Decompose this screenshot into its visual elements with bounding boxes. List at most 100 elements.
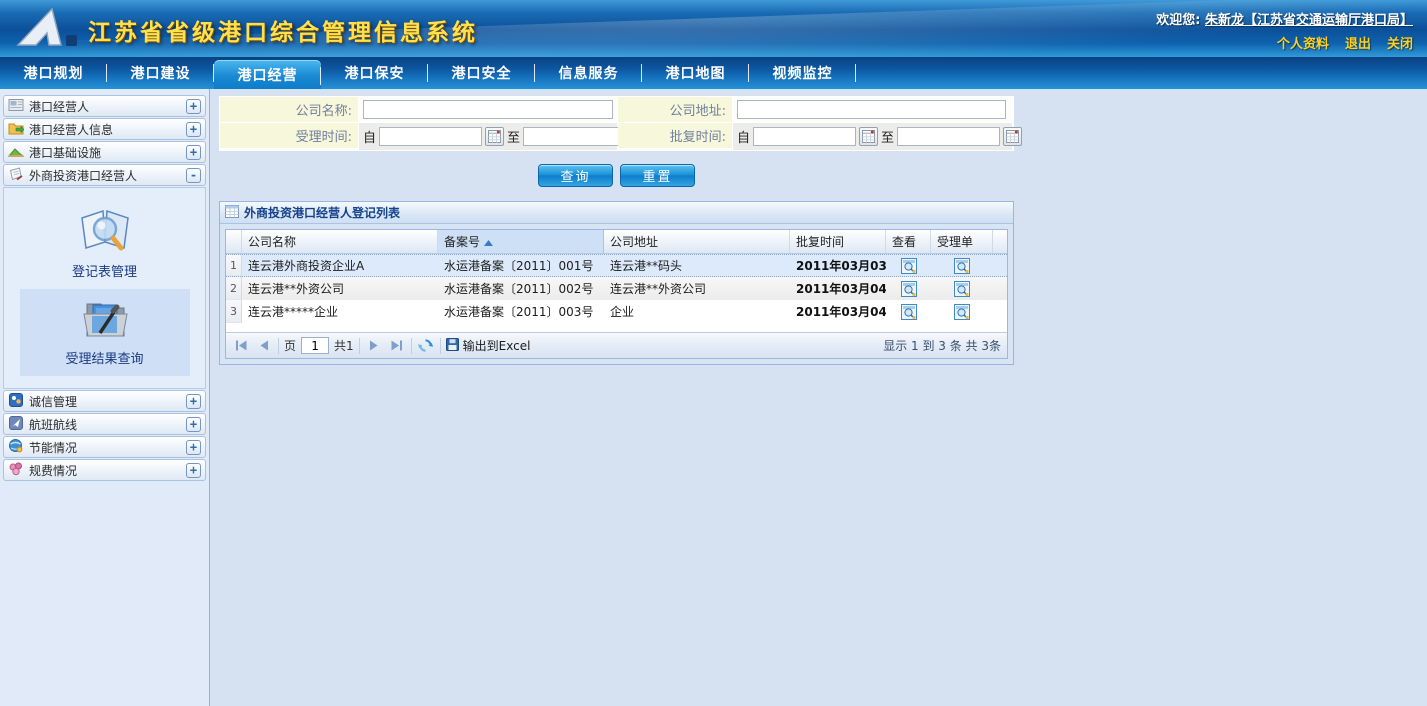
export-excel-label: 输出到Excel [463, 337, 531, 354]
sidebar-item-fees[interactable]: 规费情况 + [3, 459, 206, 481]
tab-port-safety[interactable]: 港口安全 [428, 57, 535, 89]
tab-port-map[interactable]: 港口地图 [642, 57, 749, 89]
accept-time-to-input[interactable] [523, 127, 626, 146]
sort-asc-icon [484, 235, 493, 249]
page-number-input[interactable] [301, 337, 329, 354]
first-page-icon[interactable] [232, 337, 250, 355]
operator-card-icon [8, 97, 24, 116]
cell-approve-date: 2011年03月04日 [790, 277, 886, 300]
cell-approve-date: 2011年03月03日 [790, 255, 886, 276]
cell-company: 连云港*****企业 [242, 300, 438, 323]
profile-link[interactable]: 个人资料 [1277, 33, 1329, 52]
view-detail-icon[interactable] [886, 300, 931, 323]
collapse-minus-icon[interactable]: - [186, 168, 201, 183]
cell-filler [993, 277, 1007, 300]
tab-port-security[interactable]: 港口保安 [321, 57, 428, 89]
sidebar-item-credit-mgmt[interactable]: 诚信管理 + [3, 390, 206, 412]
sidebar-item-label: 航班航线 [29, 416, 77, 433]
sidebar-item-operator-info[interactable]: 港口经营人信息 + [3, 118, 206, 140]
fee-icon [8, 461, 24, 480]
logout-link[interactable]: 退出 [1345, 33, 1371, 52]
close-link[interactable]: 关闭 [1387, 33, 1413, 52]
column-header-company[interactable]: 公司名称 [242, 230, 438, 254]
cell-filler [993, 300, 1007, 323]
view-detail-icon[interactable] [886, 277, 931, 300]
sidebar-item-label: 港口经营人信息 [29, 121, 113, 138]
tab-port-planning[interactable]: 港口规划 [0, 57, 107, 89]
view-detail-icon[interactable] [886, 255, 931, 276]
column-header-address[interactable]: 公司地址 [604, 230, 790, 254]
company-address-input[interactable] [737, 100, 1006, 119]
expand-plus-icon[interactable]: + [186, 417, 201, 432]
row-number: 1 [226, 255, 242, 276]
prev-page-icon[interactable] [255, 337, 273, 355]
next-page-icon[interactable] [365, 337, 383, 355]
pager-separator [278, 338, 279, 354]
sidebar-item-label: 港口基础设施 [29, 144, 101, 161]
cell-record-no: 水运港备案〔2011〕001号 [438, 255, 604, 276]
expand-plus-icon[interactable]: + [186, 145, 201, 160]
calendar-icon[interactable] [1003, 127, 1022, 146]
column-header-record-no[interactable]: 备案号 [438, 230, 604, 254]
last-page-icon[interactable] [388, 337, 406, 355]
approve-time-from-input[interactable] [753, 127, 856, 146]
sidebar-item-flight-routes[interactable]: 航班航线 + [3, 413, 206, 435]
register-note-icon [8, 166, 24, 185]
cell-record-no: 水运港备案〔2011〕003号 [438, 300, 604, 323]
sidebar-item-foreign-investors[interactable]: 外商投资港口经营人 - [3, 164, 206, 186]
view-receipt-icon[interactable] [931, 277, 993, 300]
sidebar-item-infrastructure[interactable]: 港口基础设施 + [3, 141, 206, 163]
view-receipt-icon[interactable] [931, 255, 993, 276]
accept-time-from-input[interactable] [379, 127, 482, 146]
sidebar-item-label: 外商投资港口经营人 [29, 167, 137, 184]
pagination-bar: 页 共1 输出到Excel [226, 332, 1007, 358]
welcome-text: 欢迎您: 朱新龙【江苏省交通运输厅港口局】 [1156, 9, 1413, 28]
column-header-view[interactable]: 查看 [886, 230, 931, 254]
company-address-label: 公司地址: [618, 97, 732, 122]
expand-plus-icon[interactable]: + [186, 463, 201, 478]
table-row[interactable]: 1 连云港外商投资企业A 水运港备案〔2011〕001号 连云港**码头 201… [226, 254, 1007, 277]
row-number: 2 [226, 277, 242, 300]
pager-separator [411, 338, 412, 354]
view-receipt-icon[interactable] [931, 300, 993, 323]
calendar-icon[interactable] [859, 127, 878, 146]
table-row[interactable]: 2 连云港**外资公司 水运港备案〔2011〕002号 连云港**外资公司 20… [226, 277, 1007, 300]
search-form: 公司名称: 公司地址: 受理时间: 自 至 批复时间: [219, 96, 1014, 151]
sidebar-expanded-panel: 登记表管理 受理结果查询 [3, 187, 206, 389]
calendar-icon[interactable] [485, 127, 504, 146]
query-button[interactable]: 查询 [538, 164, 613, 187]
tab-port-construction[interactable]: 港口建设 [107, 57, 214, 89]
refresh-icon[interactable] [417, 337, 435, 355]
reset-button[interactable]: 重置 [620, 164, 695, 187]
company-name-input[interactable] [363, 100, 613, 119]
sidebar-item-port-operators[interactable]: 港口经营人 + [3, 95, 206, 117]
register-book-icon [77, 243, 133, 257]
approve-time-label: 批复时间: [618, 123, 732, 148]
expand-plus-icon[interactable]: + [186, 440, 201, 455]
save-disk-icon [446, 338, 459, 354]
sidebar-item-register-table-mgmt[interactable]: 登记表管理 [20, 198, 190, 289]
tab-info-service[interactable]: 信息服务 [535, 57, 642, 89]
approve-time-to-input[interactable] [897, 127, 1000, 146]
app-title: 江苏省省级港口综合管理信息系统 [88, 13, 478, 47]
table-row[interactable]: 3 连云港*****企业 水运港备案〔2011〕003号 企业 2011年03月… [226, 300, 1007, 323]
cell-approve-date: 2011年03月04日 [790, 300, 886, 323]
column-header-approve-date[interactable]: 批复时间 [790, 230, 886, 254]
tab-video-monitor[interactable]: 视频监控 [749, 57, 856, 89]
page-label: 页 [284, 337, 296, 354]
credit-icon [8, 392, 24, 411]
sidebar-item-result-query[interactable]: 受理结果查询 [20, 289, 190, 376]
column-header-receipt[interactable]: 受理单 [931, 230, 993, 254]
sidebar-item-energy-saving[interactable]: 节能情况 + [3, 436, 206, 458]
expand-plus-icon[interactable]: + [186, 99, 201, 114]
flight-route-icon [8, 415, 24, 434]
sidebar-item-label: 港口经营人 [29, 98, 89, 115]
sidebar-item-label: 规费情况 [29, 462, 77, 479]
app-window: 江苏省省级港口综合管理信息系统 欢迎您: 朱新龙【江苏省交通运输厅港口局】 个人… [0, 0, 1427, 706]
expand-plus-icon[interactable]: + [186, 394, 201, 409]
export-excel-button[interactable]: 输出到Excel [446, 337, 531, 354]
expand-plus-icon[interactable]: + [186, 122, 201, 137]
main-content: 公司名称: 公司地址: 受理时间: 自 至 批复时间: [210, 89, 1427, 706]
company-name-label: 公司名称: [220, 97, 358, 122]
tab-port-operation[interactable]: 港口经营 [214, 60, 321, 89]
